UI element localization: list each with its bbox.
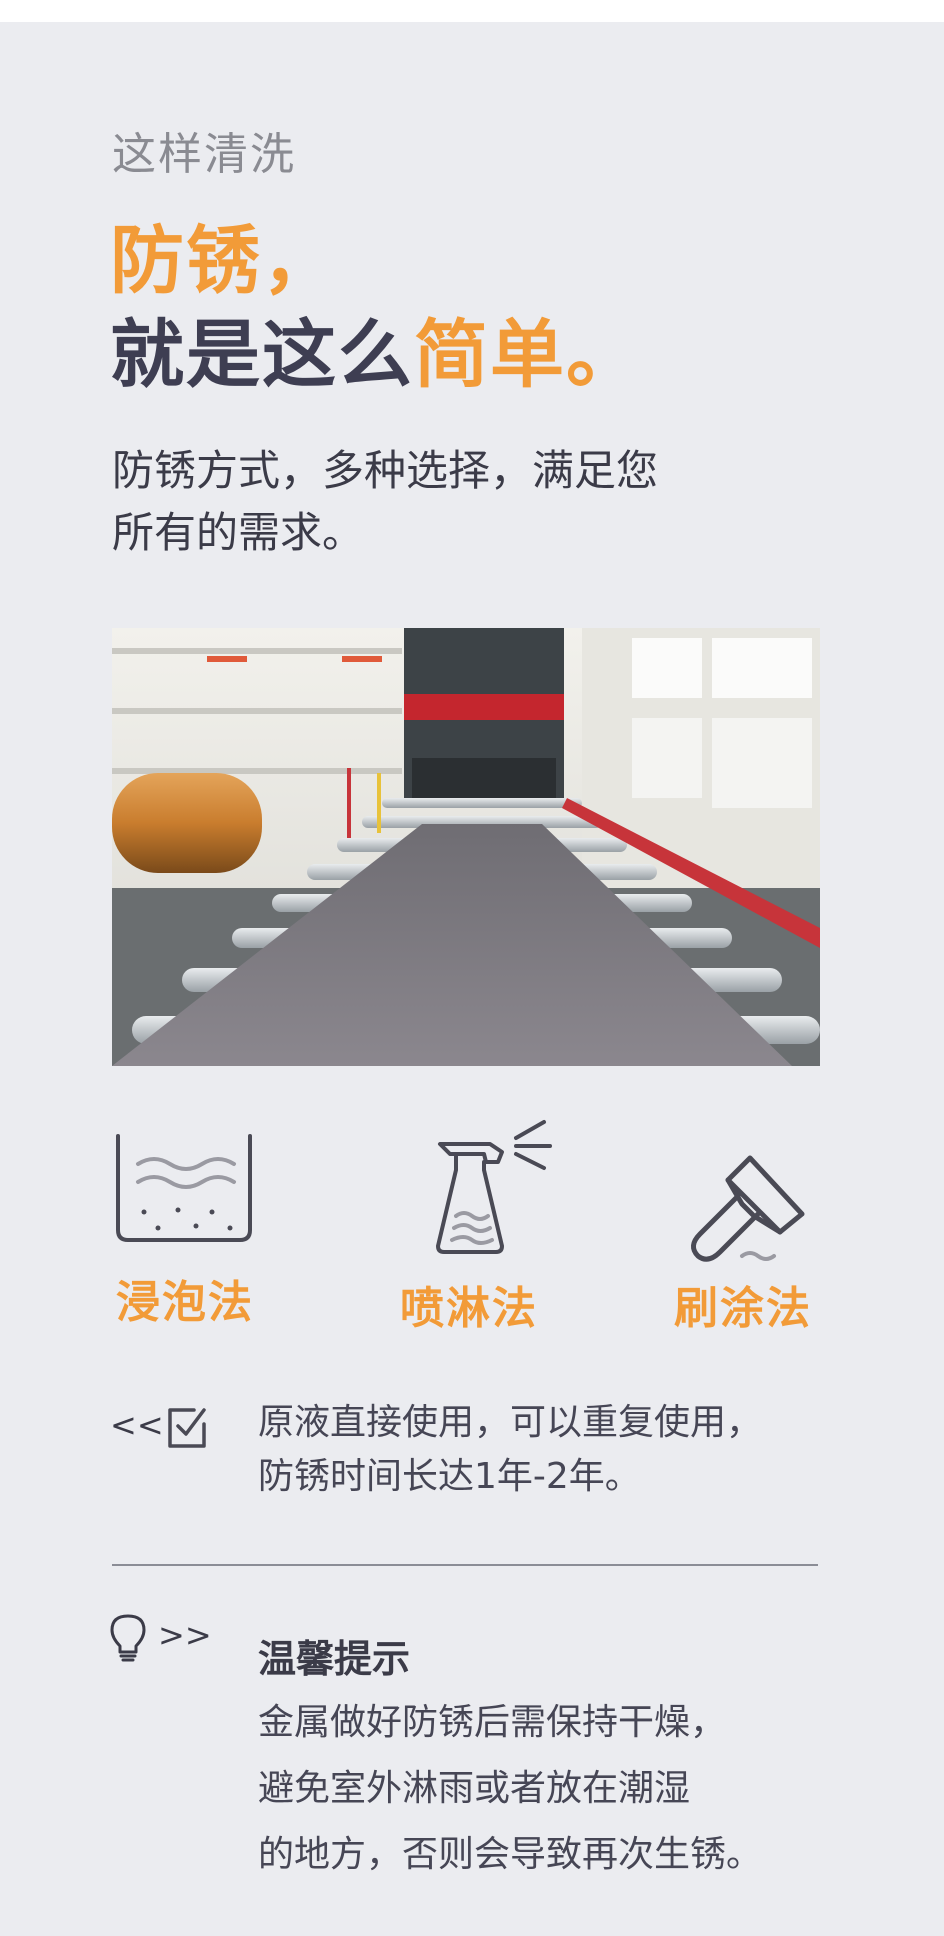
page-background: 这样清洗 防锈， 就是这么简单。 防锈方式，多种选择，满足您 所有的需求。 浸泡… [0,22,944,1936]
checkbox-icon [164,1404,208,1450]
intro-line-1: 防锈方式，多种选择，满足您 [112,446,659,495]
tip-body: 金属做好防锈后需保持干燥， 避免室外淋雨或者放在潮湿 的地方，否则会导致再次生锈… [258,1690,858,1888]
right-arrows: >> [158,1616,212,1654]
usage-note-line-2: 防锈时间长达1年-2年。 [258,1456,641,1497]
usage-note-line-1: 原液直接使用，可以重复使用， [258,1402,763,1443]
intro-line-2: 所有的需求。 [112,508,365,557]
headline-line-2: 就是这么简单。 [110,318,642,392]
left-arrows: << [110,1406,164,1444]
section-divider [112,1564,818,1566]
factory-conveyor-photo [112,628,820,1066]
lightbulb-icon [108,1612,148,1664]
method-label-brush: 刷涂法 [674,1283,812,1334]
intro-text: 防锈方式，多种选择，满足您 所有的需求。 [112,440,752,564]
section-subtitle: 这样清洗 [112,129,296,180]
immersion-tank-icon [112,1126,258,1246]
paint-brush-icon [680,1152,810,1268]
headline-accent: 简单。 [414,312,642,398]
tip-line-2: 避免室外淋雨或者放在潮湿 [258,1768,691,1809]
method-label-immersion: 浸泡法 [116,1277,254,1328]
headline-line-1: 防锈， [110,218,338,304]
tip-title: 温馨提示 [258,1637,411,1681]
headline-prefix: 就是这么 [110,312,414,398]
method-label-spray: 喷淋法 [400,1283,538,1334]
spray-bottle-icon [426,1096,556,1256]
tip-line-3: 的地方，否则会导致再次生锈。 [258,1834,763,1875]
tip-line-1: 金属做好防锈后需保持干燥， [258,1702,727,1743]
